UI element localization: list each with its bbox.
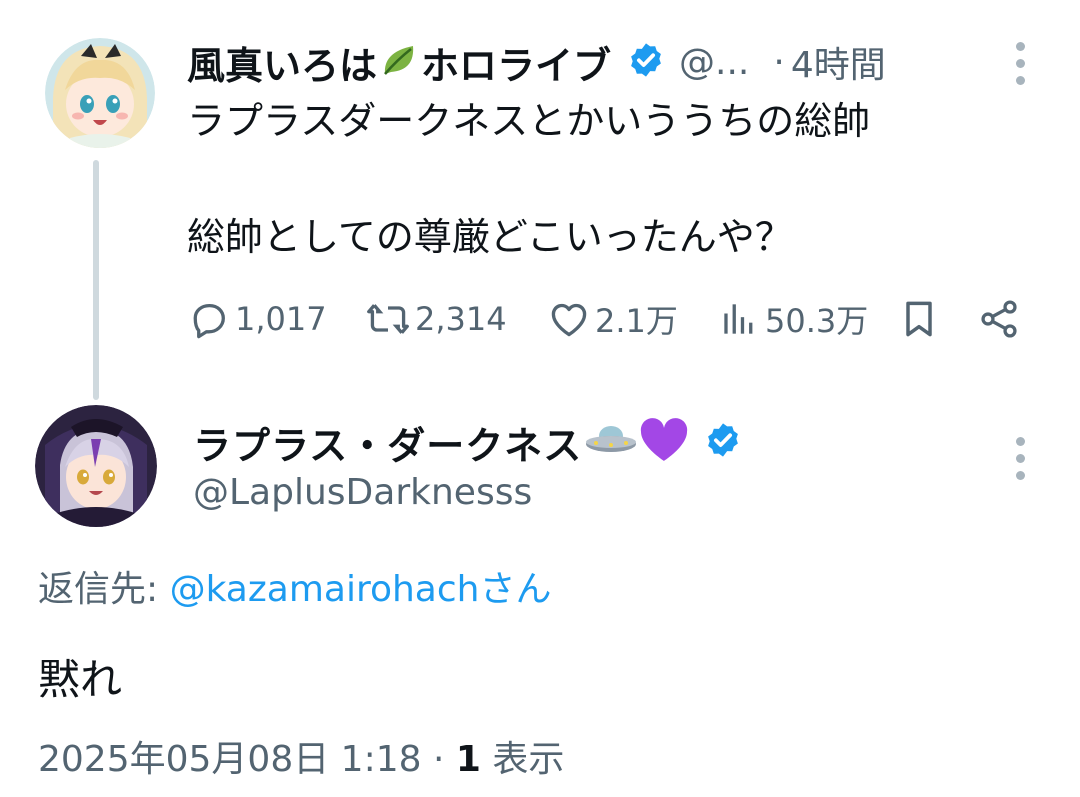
repost-button[interactable]: 2,314 — [365, 294, 507, 344]
verified-badge-icon — [704, 421, 742, 463]
separator-dot: · — [773, 41, 785, 83]
reply-icon — [187, 297, 231, 341]
avatar-laplus[interactable] — [35, 405, 157, 527]
more-options-button[interactable] — [1013, 437, 1027, 480]
parent-tweet-header: 風真いろは ホロライブ @... · 4時間 — [187, 36, 886, 88]
view-count: 50.3万 — [765, 302, 869, 340]
share-button[interactable] — [977, 294, 1021, 344]
parent-tweet-text: ラプラスダークネスとかいううちの総帥 総帥としての尊厳どこいったんや？ — [187, 92, 1047, 266]
reply-tweet-text: 黙れ — [38, 655, 123, 704]
parent-tweet-line-1: ラプラスダークネスとかいううちの総帥 — [187, 99, 871, 143]
thread-connector-line — [93, 160, 99, 400]
heart-icon — [547, 297, 591, 341]
views-count: 1 — [455, 739, 481, 780]
tweet-datetime[interactable]: 2025年05月08日 1:18 — [38, 739, 422, 780]
tweet-meta: 2025年05月08日 1:18 · 1 表示 — [38, 730, 564, 782]
replying-to-label: 返信先: — [38, 569, 159, 610]
verified-badge-icon — [627, 41, 665, 83]
views-label: 表示 — [492, 739, 565, 780]
replying-to: 返信先: @kazamairohachさん — [38, 560, 551, 612]
parent-handle[interactable]: @... — [679, 42, 749, 83]
bookmark-icon — [897, 297, 941, 341]
repost-icon — [365, 297, 411, 341]
like-count: 2.1万 — [595, 302, 678, 340]
parent-tweet-line-2: 総帥としての尊厳どこいったんや？ — [187, 215, 793, 259]
tweet-thread: 風真いろは ホロライブ @... · 4時間 ラプラスダークネスとかいううちの総… — [0, 0, 1080, 797]
reply-button[interactable]: 1,017 — [187, 294, 327, 344]
ufo-icon — [584, 418, 638, 466]
tweet-action-bar: 1,017 2,314 2.1万 50.3万 — [187, 294, 1027, 344]
repost-count: 2,314 — [415, 300, 507, 338]
replying-to-mention-link[interactable]: @kazamairohachさん — [170, 569, 552, 610]
meta-separator: · — [432, 739, 445, 780]
reply-count: 1,017 — [235, 300, 327, 338]
tweet-timestamp[interactable]: 4時間 — [791, 36, 886, 88]
purple-heart-icon — [638, 417, 690, 467]
avatar-iroha[interactable] — [45, 38, 155, 148]
views-button[interactable]: 50.3万 — [717, 294, 868, 344]
parent-display-name-suffix[interactable]: ホロライブ — [421, 35, 611, 90]
reply-tweet-header: ラプラス・ダークネス — [193, 414, 742, 470]
analytics-icon — [717, 297, 761, 341]
leaf-icon — [379, 40, 419, 84]
parent-display-name[interactable]: 風真いろは — [187, 35, 377, 90]
reply-handle[interactable]: @LaplusDarknesss — [193, 472, 532, 513]
more-options-button[interactable] — [1013, 42, 1027, 85]
bookmark-button[interactable] — [897, 294, 941, 344]
share-icon — [977, 297, 1021, 341]
reply-display-name[interactable]: ラプラス・ダークネス — [193, 415, 582, 470]
like-button[interactable]: 2.1万 — [547, 294, 678, 344]
